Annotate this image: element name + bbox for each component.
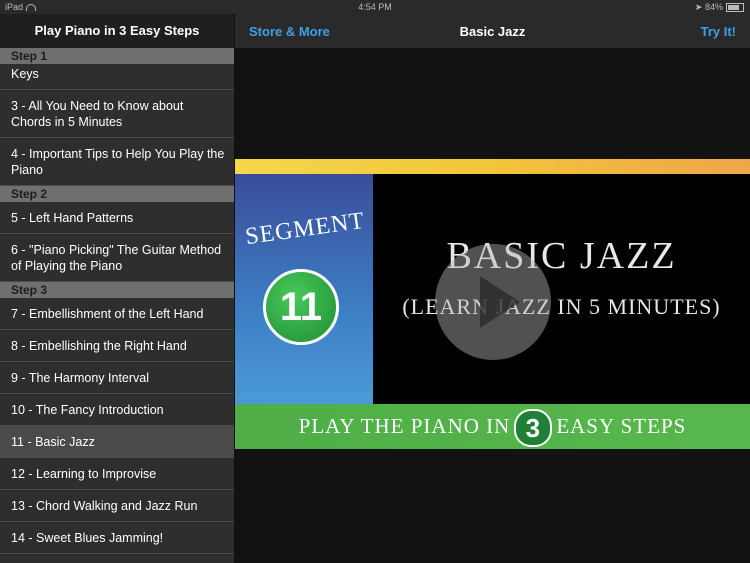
lesson-item[interactable]: 3 - All You Need to Know about Chords in… (0, 90, 234, 138)
sidebar-title: Play Piano in 3 Easy Steps (0, 14, 234, 48)
section-header-step-1: Step 1 (0, 48, 234, 64)
main-panel: Store & More Basic Jazz Try It! SEGMENT … (235, 14, 750, 563)
segment-panel: SEGMENT 11 (235, 174, 373, 404)
lesson-item[interactable]: 13 - Chord Walking and Jazz Run (0, 490, 234, 522)
lesson-item[interactable]: 6 - "Piano Picking" The Guitar Method of… (0, 234, 234, 282)
title-panel: BASIC JAZZ (LEARN JAZZ IN 5 MINUTES) (373, 174, 750, 404)
location-icon: ➤ (694, 2, 703, 12)
lesson-item[interactable]: 8 - Embellishing the Right Hand (0, 330, 234, 362)
status-bar: iPad 4:54 PM ➤ 84% (0, 0, 750, 14)
battery-icon (726, 3, 744, 13)
sidebar: Play Piano in 3 Easy Steps Step 1 Keys 3… (0, 14, 235, 563)
lesson-item[interactable]: 14 - Sweet Blues Jamming! (0, 522, 234, 554)
play-icon (480, 276, 520, 328)
nav-bar: Store & More Basic Jazz Try It! (235, 14, 750, 48)
lesson-item[interactable]: 10 - The Fancy Introduction (0, 394, 234, 426)
banner-text: PLAY THE PIANO IN 3 EASY STEPS (235, 404, 750, 449)
video-subtitle: (LEARN JAZZ IN 5 MINUTES) (402, 294, 721, 319)
page-title: Basic Jazz (459, 24, 526, 39)
video-top-stripe (235, 159, 750, 174)
try-it-button[interactable]: Try It! (701, 24, 736, 39)
lesson-item[interactable]: 12 - Learning to Improvise (0, 458, 234, 490)
banner-prefix: PLAY THE PIANO IN (298, 414, 511, 438)
lesson-list[interactable]: Step 1 Keys 3 - All You Need to Know abo… (0, 48, 234, 563)
section-header-step-2: Step 2 (0, 186, 234, 202)
banner-number-badge: 3 (514, 409, 553, 448)
segment-number-badge: 11 (263, 269, 339, 345)
section-header-step-3: Step 3 (0, 282, 234, 298)
banner: PLAY THE PIANO IN 3 EASY STEPS (235, 404, 750, 449)
battery-indicator: ➤ 84% (695, 2, 744, 13)
lesson-item-selected[interactable]: 11 - Basic Jazz (0, 426, 234, 458)
lesson-item[interactable]: 9 - The Harmony Interval (0, 362, 234, 394)
banner-suffix: EASY STEPS (556, 414, 687, 438)
clock: 4:54 PM (358, 2, 392, 12)
video-player[interactable]: SEGMENT 11 BASIC JAZZ (LEARN JAZZ IN 5 M… (235, 159, 750, 449)
play-button[interactable] (435, 244, 551, 360)
lesson-item[interactable]: 7 - Embellishment of the Left Hand (0, 298, 234, 330)
lesson-item[interactable]: 4 - Important Tips to Help You Play the … (0, 138, 234, 186)
lesson-item[interactable]: Keys (0, 64, 234, 90)
segment-label: SEGMENT (243, 207, 367, 251)
video-title: BASIC JAZZ (446, 235, 677, 277)
lesson-item[interactable]: 5 - Left Hand Patterns (0, 202, 234, 234)
